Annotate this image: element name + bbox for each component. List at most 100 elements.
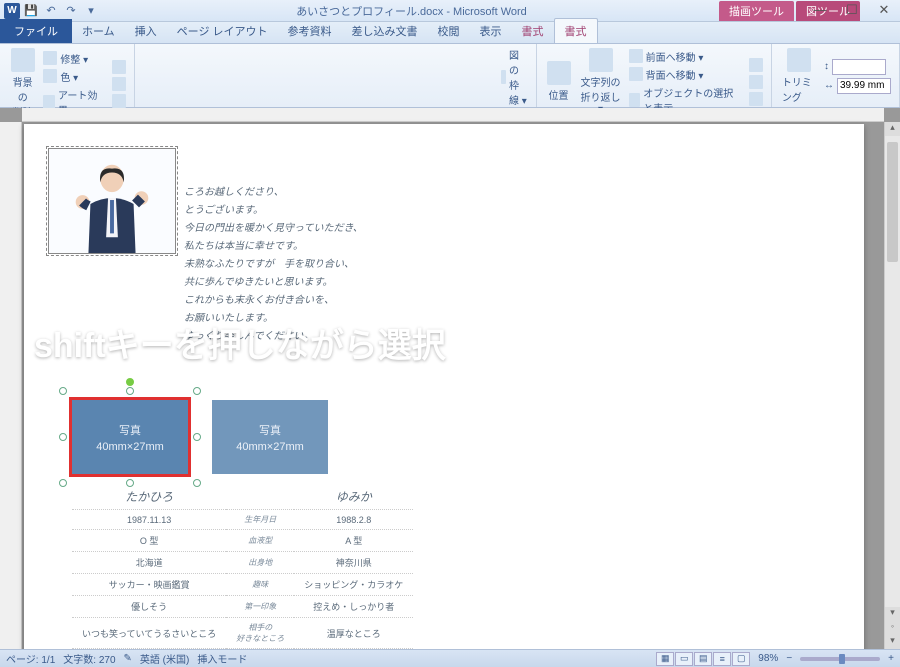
zoom-out-button[interactable]: − xyxy=(786,653,792,664)
table-row: O 型血液型A 型 xyxy=(72,530,413,552)
qat-more-icon[interactable]: ▾ xyxy=(82,3,100,19)
close-button[interactable]: ✕ xyxy=(872,2,896,18)
save-icon[interactable]: 💾 xyxy=(22,3,40,19)
word-count-status[interactable]: 文字数: 270 xyxy=(63,651,115,666)
tab-mailings[interactable]: 差し込み文書 xyxy=(342,19,428,43)
text-wrap-button[interactable]: 文字列の 折り返し ▾ xyxy=(577,46,625,117)
reset-picture-button[interactable] xyxy=(110,93,128,109)
greet-line: 私たちは本当に幸せです。 xyxy=(184,238,363,256)
photo-placeholder-2[interactable]: 写真 40mm×27mm xyxy=(212,400,328,474)
row-header: 第一印象 xyxy=(226,596,294,618)
page-status[interactable]: ページ: 1/1 xyxy=(6,651,55,666)
row-header: 血液型 xyxy=(226,530,294,552)
print-layout-view[interactable]: ▦ xyxy=(656,652,674,666)
language-status[interactable]: 英語 (米国) xyxy=(140,651,189,666)
vertical-scrollbar[interactable]: ▴ ▾ ◦ ▾ xyxy=(884,122,900,649)
shape-dims: 40mm×27mm xyxy=(236,441,304,453)
art-icon xyxy=(43,95,55,109)
photo-placeholder-1[interactable]: 写真 40mm×27mm xyxy=(72,400,188,474)
greet-line: 共に歩んでゆきたいと思います。 xyxy=(184,274,363,292)
bride-cell: 1988.2.8 xyxy=(294,510,413,530)
profile-table[interactable]: たかひろゆみか 1987.11.13生年月日1988.2.8O 型血液型A 型北… xyxy=(72,484,413,649)
draft-view[interactable]: ▢ xyxy=(732,652,750,666)
tab-format-drawing[interactable]: 書式 xyxy=(512,19,554,43)
document-page[interactable]: ころお越しくださり、とうございます。今日の門出を暖かく見守っていただき、私たちは… xyxy=(24,124,864,649)
fullscreen-reading-view[interactable]: ▭ xyxy=(675,652,693,666)
prev-page-button[interactable]: ◦ xyxy=(885,621,900,635)
tab-view[interactable]: 表示 xyxy=(470,19,512,43)
corrections-icon xyxy=(43,51,57,65)
bring-forward-button[interactable]: 前面へ移動 ▾ xyxy=(627,48,745,65)
vertical-ruler[interactable] xyxy=(0,122,22,649)
tab-format-picture[interactable]: 書式 xyxy=(554,18,598,43)
group-adjust: 背景の 削除 修整 ▾ 色 ▾ アート効果 ▾ 調整 xyxy=(0,44,135,107)
tab-references[interactable]: 参考資料 xyxy=(278,19,342,43)
corrections-button[interactable]: 修整 ▾ xyxy=(41,50,107,67)
color-button[interactable]: 色 ▾ xyxy=(41,68,107,85)
tab-review[interactable]: 校閲 xyxy=(428,19,470,43)
redo-icon[interactable]: ↷ xyxy=(62,3,80,19)
width-input[interactable] xyxy=(837,78,891,94)
wrap-icon xyxy=(589,48,613,72)
table-row: 1987.11.13生年月日1988.2.8 xyxy=(72,510,413,530)
zoom-handle[interactable] xyxy=(839,654,845,664)
position-icon xyxy=(547,61,571,85)
change-picture-button[interactable] xyxy=(110,76,128,92)
picture-border-button[interactable]: 図の枠線 ▾ xyxy=(499,46,530,108)
undo-icon[interactable]: ↶ xyxy=(42,3,60,19)
position-button[interactable]: 位置 xyxy=(543,59,575,104)
table-row: サッカー・映画鑑賞趣味ショッピング・カラオケ xyxy=(72,574,413,596)
height-field[interactable]: ↕ xyxy=(822,58,893,76)
bride-cell: 控えめ・しっかり者 xyxy=(294,596,413,618)
group-button[interactable] xyxy=(747,74,765,90)
minimize-button[interactable]: — xyxy=(808,2,832,18)
rotate-handle-icon[interactable] xyxy=(126,378,134,386)
maximize-button[interactable]: ☐ xyxy=(840,2,864,18)
send-backward-button[interactable]: 背面へ移動 ▾ xyxy=(627,66,745,83)
scroll-down-arrow[interactable]: ▾ xyxy=(885,607,900,621)
front-icon xyxy=(629,49,643,63)
horizontal-ruler[interactable] xyxy=(22,108,884,122)
row-header: 出身地 xyxy=(226,552,294,574)
table-row: 優しそう第一印象控えめ・しっかり者 xyxy=(72,596,413,618)
greet-line: これからも末永くお付き合いを、 xyxy=(184,292,363,310)
zoom-percent[interactable]: 98% xyxy=(758,653,778,664)
proofing-icon[interactable]: ✎ xyxy=(124,653,132,664)
height-input[interactable] xyxy=(832,59,886,75)
scroll-up-arrow[interactable]: ▴ xyxy=(885,122,900,136)
group-size: トリミング ↕ ↔ サイズ xyxy=(772,44,900,107)
tab-home[interactable]: ホーム xyxy=(72,19,125,43)
zoom-slider[interactable] xyxy=(800,657,880,661)
quick-access-toolbar: W 💾 ↶ ↷ ▾ xyxy=(0,3,104,19)
change-pic-icon xyxy=(112,77,126,91)
align-icon xyxy=(749,58,763,72)
insert-mode-status[interactable]: 挿入モード xyxy=(197,651,247,666)
greet-line: 未熟なふたりですが 手を取り合い、 xyxy=(184,256,363,274)
rotate-icon xyxy=(749,92,763,106)
tab-page-layout[interactable]: ページ レイアウト xyxy=(167,19,278,43)
word-icon: W xyxy=(4,3,20,19)
align-button[interactable] xyxy=(747,57,765,73)
crop-button[interactable]: トリミング xyxy=(778,46,820,106)
web-layout-view[interactable]: ▤ xyxy=(694,652,712,666)
row-header: 相手の 好きなところ xyxy=(226,618,294,649)
table-row: いつも笑っていてうるさいところ相手の 好きなところ温厚なところ xyxy=(72,618,413,649)
tab-file[interactable]: ファイル xyxy=(0,19,72,43)
row-header: 生年月日 xyxy=(226,510,294,530)
groom-cell: O 型 xyxy=(72,530,226,552)
group-icon xyxy=(749,75,763,89)
next-page-button[interactable]: ▾ xyxy=(885,635,900,649)
drawing-tools-label: 描画ツール xyxy=(719,1,794,21)
zoom-in-button[interactable]: + xyxy=(888,653,894,664)
tab-insert[interactable]: 挿入 xyxy=(125,19,167,43)
person-photo-icon xyxy=(49,149,175,253)
width-icon: ↔ xyxy=(824,80,834,91)
group-picture-styles: ▴▾⌄ 図の枠線 ▾ 図の効果 ▾ 図のレイアウト ▾ 図のスタイル xyxy=(135,44,537,107)
scroll-thumb[interactable] xyxy=(887,142,898,262)
selected-picture[interactable] xyxy=(48,148,176,254)
width-field[interactable]: ↔ xyxy=(822,77,893,95)
back-icon xyxy=(629,67,643,81)
outline-view[interactable]: ≡ xyxy=(713,652,731,666)
compress-pictures-button[interactable] xyxy=(110,59,128,75)
rotate-button[interactable] xyxy=(747,91,765,107)
